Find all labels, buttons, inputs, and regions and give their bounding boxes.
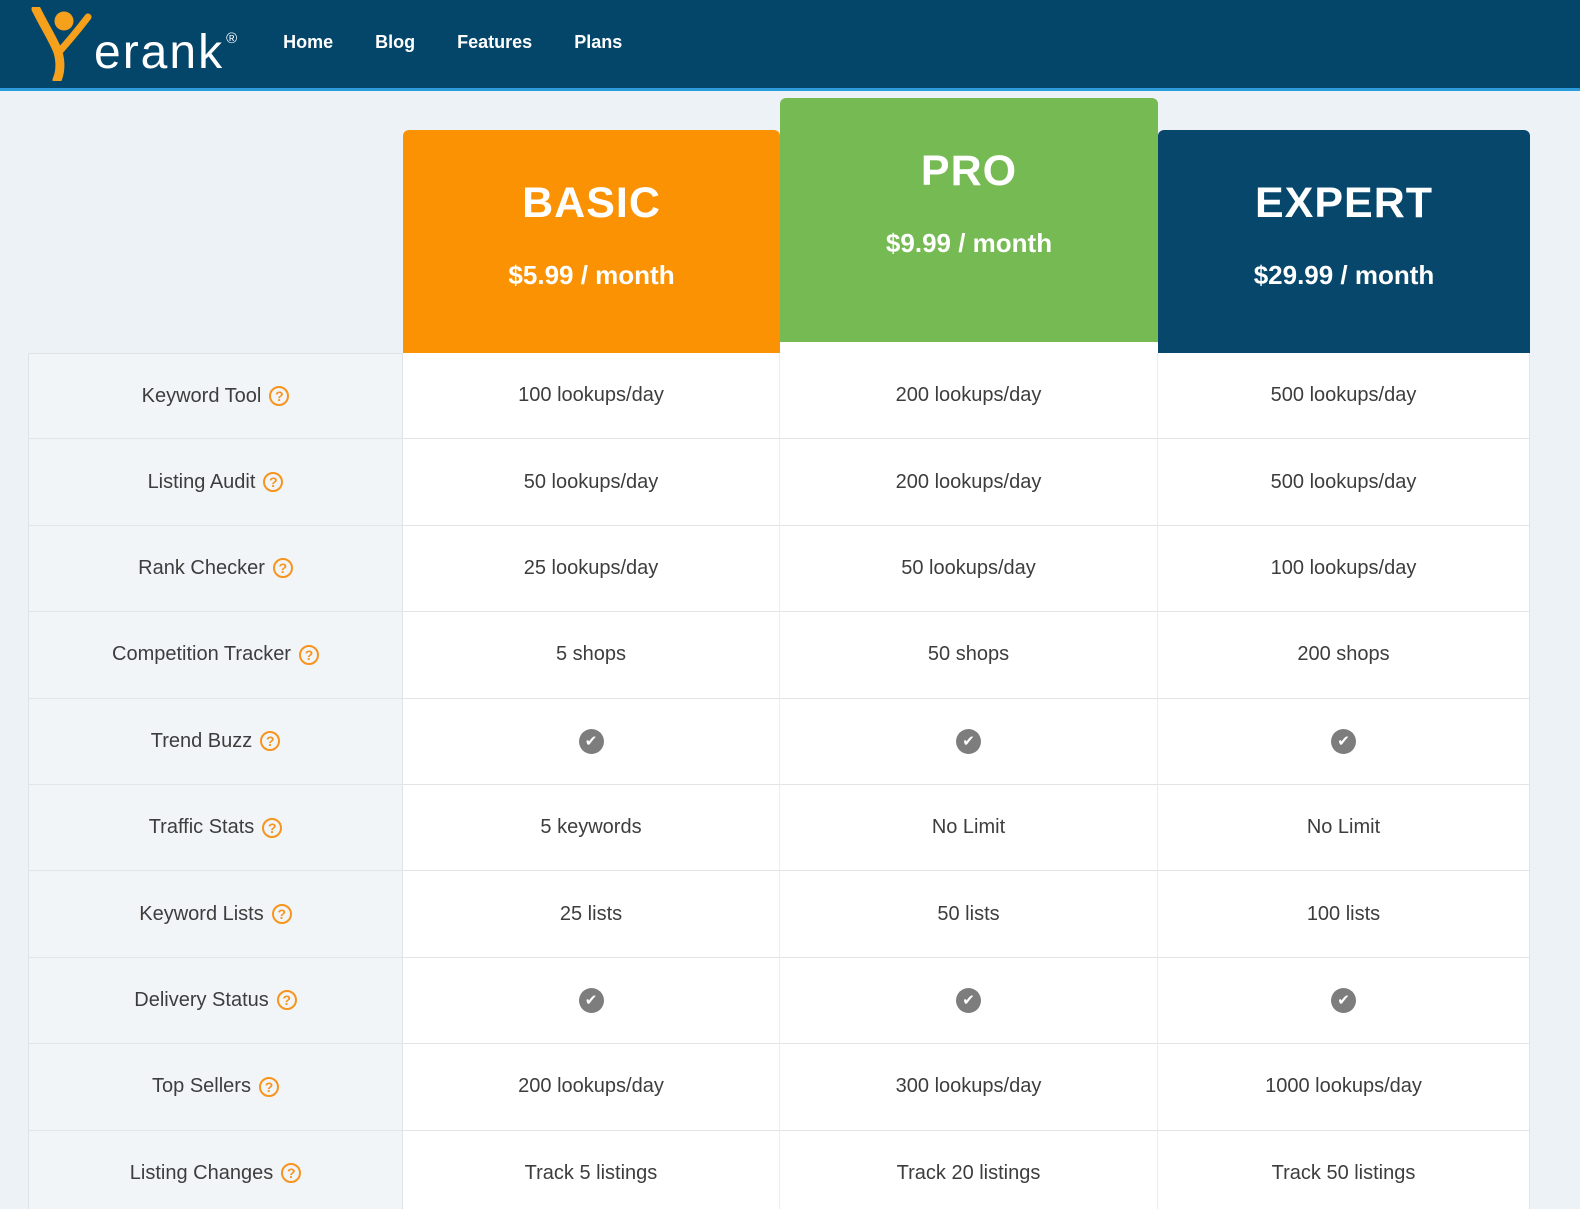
plan-name-pro: PRO bbox=[920, 147, 1018, 195]
feature-label: Keyword Lists bbox=[139, 902, 264, 925]
feature-label: Trend Buzz bbox=[150, 729, 253, 752]
table-row: Top Sellers? 200 lookups/day 300 lookups/d… bbox=[28, 1044, 1530, 1131]
feature-value-cell: 50 lists bbox=[780, 871, 1158, 958]
help-icon[interactable]: ? bbox=[298, 644, 319, 665]
feature-value-cell: ✔ bbox=[780, 957, 1158, 1045]
nav-item-blog[interactable]: Blog bbox=[375, 32, 415, 53]
erank-pricing-page: erank ® Home Blog Features Plans BASIC $… bbox=[0, 0, 1580, 1209]
feature-value-cell: 200 shops bbox=[1158, 612, 1530, 699]
feature-value-cell: 100 lists bbox=[1158, 871, 1530, 958]
check-icon: ✔ bbox=[956, 728, 981, 754]
feature-value-cell: Track 50 listings bbox=[1158, 1130, 1530, 1209]
feature-label-cell: Keyword Tool? bbox=[28, 353, 403, 440]
feature-value-cell: No Limit bbox=[780, 784, 1158, 872]
table-row: Trend Buzz? ✔ ✔ ✔ bbox=[28, 698, 1530, 785]
feature-value-cell: Track 20 listings bbox=[780, 1130, 1158, 1209]
main-nav: Home Blog Features Plans bbox=[283, 32, 622, 57]
feature-value-cell: ✔ bbox=[403, 957, 780, 1045]
feature-value-cell: 25 lists bbox=[403, 871, 780, 958]
feature-value-cell: 200 lookups/day bbox=[780, 439, 1158, 526]
check-icon: ✔ bbox=[1331, 728, 1356, 754]
feature-label: Competition Tracker bbox=[112, 643, 291, 666]
table-row: Listing Audit? 50 lookups/day 200 lookups/… bbox=[28, 439, 1530, 526]
check-icon: ✔ bbox=[578, 728, 604, 754]
top-navbar: erank ® Home Blog Features Plans bbox=[0, 0, 1580, 88]
check-icon: ✔ bbox=[1331, 987, 1356, 1013]
table-row: Competition Tracker? 5 shops 50 shops 200 s… bbox=[28, 612, 1530, 699]
check-icon: ✔ bbox=[956, 987, 981, 1013]
table-row: Keyword Tool? 100 lookups/day 200 lookups/… bbox=[28, 353, 1530, 440]
table-row: Keyword Lists? 25 lists 50 lists 100 lists bbox=[28, 871, 1530, 958]
feature-value-cell: ✔ bbox=[780, 698, 1158, 785]
help-icon[interactable]: ? bbox=[272, 558, 293, 579]
feature-label-cell: Listing Changes? bbox=[28, 1130, 403, 1209]
plan-price-pro: $9.99 / month bbox=[885, 228, 1053, 258]
plan-price-basic: $5.99 / month bbox=[508, 260, 675, 290]
feature-label: Rank Checker bbox=[138, 556, 265, 579]
feature-value-cell: 500 lookups/day bbox=[1158, 439, 1530, 526]
table-row: Traffic Stats? 5 keywords No Limit No Limit bbox=[28, 784, 1530, 872]
feature-value-cell: 200 lookups/day bbox=[403, 1044, 780, 1131]
help-icon[interactable]: ? bbox=[262, 817, 283, 838]
feature-value-cell: 1000 lookups/day bbox=[1158, 1044, 1530, 1131]
feature-value-cell: 500 lookups/day bbox=[1158, 353, 1530, 440]
help-icon[interactable]: ? bbox=[276, 990, 297, 1011]
feature-value-cell: ✔ bbox=[1158, 698, 1530, 785]
feature-value-cell: 50 shops bbox=[780, 612, 1158, 699]
table-row: Listing Changes? Track 5 listings Track 20… bbox=[28, 1130, 1530, 1209]
feature-label-cell: Rank Checker? bbox=[28, 525, 403, 613]
feature-value-cell: Track 5 listings bbox=[403, 1130, 780, 1209]
feature-value-cell: 300 lookups/day bbox=[780, 1044, 1158, 1131]
feature-label-cell: Keyword Lists? bbox=[28, 871, 403, 958]
logo-text: erank bbox=[94, 26, 225, 79]
erank-person-icon bbox=[31, 7, 92, 81]
feature-value-cell: 100 lookups/day bbox=[403, 353, 780, 440]
feature-label: Top Sellers bbox=[152, 1075, 251, 1098]
pro-column-underlay bbox=[780, 342, 1158, 353]
feature-value-cell: 50 lookups/day bbox=[403, 439, 780, 526]
feature-value-cell: 25 lookups/day bbox=[403, 525, 780, 613]
feature-label-cell: Competition Tracker? bbox=[28, 612, 403, 699]
feature-value-cell: ✔ bbox=[403, 698, 780, 785]
feature-value-cell: ✔ bbox=[1158, 957, 1530, 1045]
feature-table: Keyword Tool? 100 lookups/day 200 lookups/… bbox=[28, 353, 1530, 1209]
feature-label: Traffic Stats bbox=[148, 816, 255, 839]
help-icon[interactable]: ? bbox=[269, 386, 290, 407]
help-icon[interactable]: ? bbox=[258, 1076, 279, 1097]
help-icon[interactable]: ? bbox=[271, 904, 292, 925]
feature-label-cell: Listing Audit? bbox=[28, 439, 403, 526]
registered-trademark: ® bbox=[226, 30, 238, 47]
feature-label-cell: Traffic Stats? bbox=[28, 784, 403, 872]
nav-item-features[interactable]: Features bbox=[457, 32, 532, 53]
feature-value-cell: No Limit bbox=[1158, 784, 1530, 872]
plan-name-basic: BASIC bbox=[522, 179, 661, 227]
feature-label: Listing Audit bbox=[147, 470, 256, 493]
nav-item-home[interactable]: Home bbox=[283, 32, 333, 53]
plan-name-expert: EXPERT bbox=[1254, 179, 1434, 227]
help-icon[interactable]: ? bbox=[263, 472, 284, 493]
feature-value-cell: 200 lookups/day bbox=[780, 353, 1158, 440]
feature-label-cell: Trend Buzz? bbox=[28, 698, 403, 785]
help-icon[interactable]: ? bbox=[281, 1163, 302, 1184]
plan-header-pro: PRO $9.99 / month bbox=[780, 98, 1158, 342]
plan-header-basic: BASIC $5.99 / month bbox=[403, 130, 780, 353]
nav-item-plans[interactable]: Plans bbox=[574, 32, 622, 53]
plan-header-expert: EXPERT $29.99 / month bbox=[1158, 130, 1530, 353]
feature-label: Keyword Tool bbox=[141, 384, 262, 407]
check-icon: ✔ bbox=[578, 987, 604, 1013]
feature-value-cell: 50 lookups/day bbox=[780, 525, 1158, 613]
feature-label: Listing Changes bbox=[129, 1161, 274, 1184]
feature-label: Delivery Status bbox=[134, 988, 269, 1011]
erank-logo[interactable]: erank ® bbox=[30, 7, 238, 81]
help-icon[interactable]: ? bbox=[260, 731, 281, 752]
feature-value-cell: 5 keywords bbox=[403, 784, 780, 872]
table-row: Delivery Status? ✔ ✔ ✔ bbox=[28, 957, 1530, 1045]
feature-label-cell: Top Sellers? bbox=[28, 1044, 403, 1131]
table-row: Rank Checker? 25 lookups/day 50 lookups/da… bbox=[28, 525, 1530, 613]
feature-value-cell: 100 lookups/day bbox=[1158, 525, 1530, 613]
feature-value-cell: 5 shops bbox=[403, 612, 780, 699]
navbar-accent-line bbox=[0, 88, 1580, 91]
plan-price-expert: $29.99 / month bbox=[1253, 260, 1435, 290]
feature-label-cell: Delivery Status? bbox=[28, 957, 403, 1045]
